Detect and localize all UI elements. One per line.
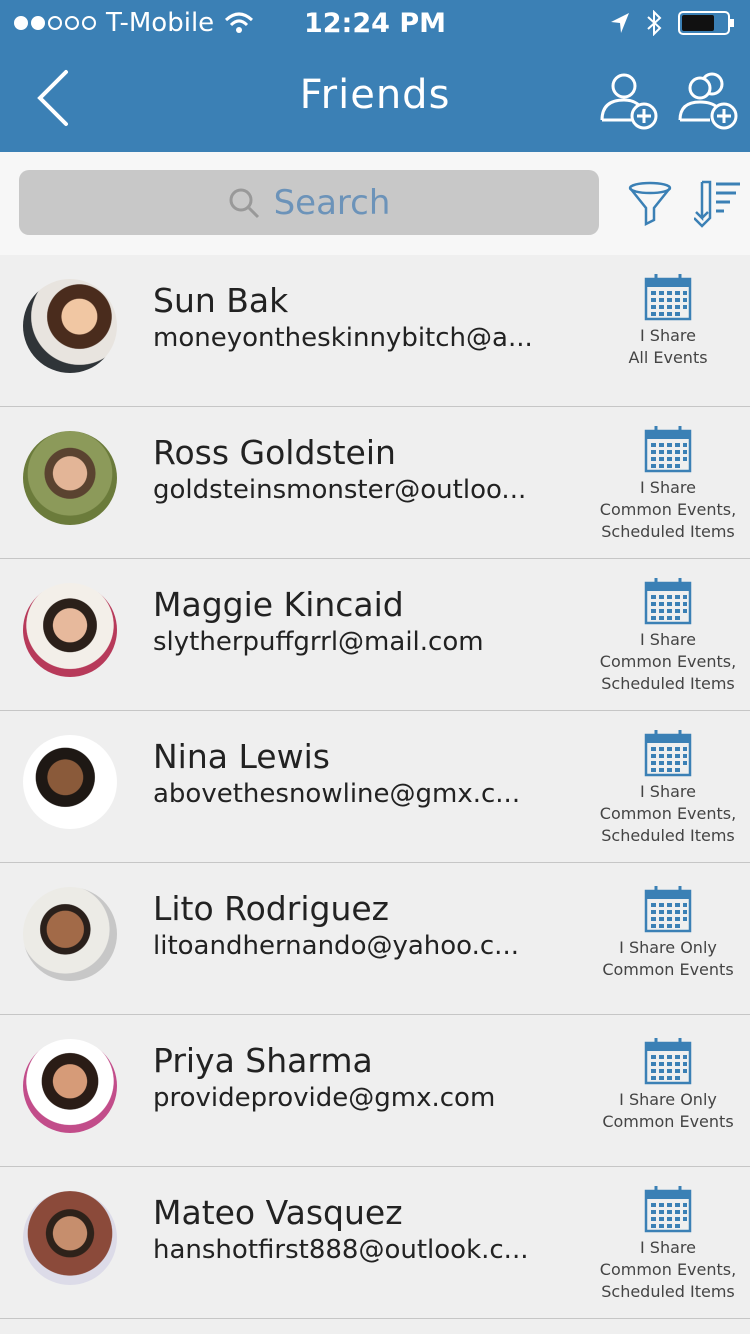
share-line-3: Scheduled Items bbox=[601, 522, 735, 541]
avatar bbox=[23, 279, 117, 373]
friend-row[interactable]: Nina Lewis abovethesnowline@gmx.c... I S… bbox=[0, 711, 750, 863]
share-line-1: I Share bbox=[640, 782, 696, 801]
search-row: Search bbox=[0, 152, 750, 255]
friend-email: provideprovide@gmx.com bbox=[153, 1083, 496, 1113]
status-bar: T-Mobile 12:24 PM bbox=[0, 0, 750, 50]
calendar-icon bbox=[644, 1038, 692, 1085]
calendar-icon bbox=[644, 426, 692, 473]
friend-row[interactable]: Mateo Vasquez hanshotfirst888@outlook.c.… bbox=[0, 1167, 750, 1319]
friend-email: abovethesnowline@gmx.c... bbox=[153, 779, 521, 809]
battery-icon bbox=[678, 11, 734, 35]
calendar-icon bbox=[644, 274, 692, 321]
share-status[interactable]: I Share Only Common Events bbox=[592, 1037, 744, 1133]
share-status[interactable]: I Share Common Events, Scheduled Items bbox=[592, 1185, 744, 1303]
friend-row[interactable]: Priya Sharma provideprovide@gmx.com I Sh… bbox=[0, 1015, 750, 1167]
avatar bbox=[23, 431, 117, 525]
friend-row[interactable]: Maggie Kincaid slytherpuffgrrl@mail.com … bbox=[0, 559, 750, 711]
share-line-1: I Share bbox=[640, 1238, 696, 1257]
search-placeholder: Search bbox=[273, 182, 391, 223]
friend-row[interactable]: Lito Rodriguez litoandhernando@yahoo.c..… bbox=[0, 863, 750, 1015]
share-line-2: Common Events bbox=[602, 960, 734, 979]
friend-row[interactable]: Ross Goldstein goldsteinsmonster@outloo.… bbox=[0, 407, 750, 559]
nav-bar: Friends bbox=[0, 50, 750, 150]
avatar bbox=[23, 1039, 117, 1133]
calendar-icon bbox=[644, 730, 692, 777]
friend-name: Ross Goldstein bbox=[153, 433, 396, 472]
share-line-2: Common Events, bbox=[599, 804, 737, 823]
share-line-3: Scheduled Items bbox=[601, 1282, 735, 1301]
friend-email: moneyontheskinnybitch@a... bbox=[153, 323, 533, 353]
calendar-icon bbox=[644, 1186, 692, 1233]
sort-icon[interactable] bbox=[694, 178, 742, 230]
share-status[interactable]: I Share Common Events, Scheduled Items bbox=[592, 425, 744, 543]
friend-name: Nina Lewis bbox=[153, 737, 330, 776]
share-line-1: I Share bbox=[640, 478, 696, 497]
location-arrow-icon bbox=[611, 13, 629, 33]
friend-email: hanshotfirst888@outlook.c... bbox=[153, 1235, 529, 1265]
calendar-icon bbox=[644, 578, 692, 625]
share-status[interactable]: I Share Only Common Events bbox=[592, 885, 744, 981]
friend-email: goldsteinsmonster@outloo... bbox=[153, 475, 527, 505]
friends-list: Sun Bak moneyontheskinnybitch@a... I Sha… bbox=[0, 255, 750, 1319]
add-group-icon[interactable] bbox=[678, 68, 742, 132]
avatar bbox=[23, 1191, 117, 1285]
search-input[interactable]: Search bbox=[19, 170, 599, 235]
share-line-2: Common Events, bbox=[599, 500, 737, 519]
share-line-1: I Share Only bbox=[619, 1090, 717, 1109]
search-icon bbox=[229, 188, 259, 218]
calendar-icon bbox=[644, 886, 692, 933]
share-line-1: I Share bbox=[640, 326, 696, 345]
filter-icon[interactable] bbox=[626, 180, 674, 228]
avatar bbox=[23, 735, 117, 829]
share-status[interactable]: I Share Common Events, Scheduled Items bbox=[592, 577, 744, 695]
avatar bbox=[23, 887, 117, 981]
status-right bbox=[610, 10, 736, 36]
friend-email: litoandhernando@yahoo.c... bbox=[153, 931, 519, 961]
share-line-3: Scheduled Items bbox=[601, 674, 735, 693]
share-status[interactable]: I Share Common Events, Scheduled Items bbox=[592, 729, 744, 847]
friend-name: Mateo Vasquez bbox=[153, 1193, 403, 1232]
top-bar: T-Mobile 12:24 PM Friends bbox=[0, 0, 750, 152]
share-line-3: Scheduled Items bbox=[601, 826, 735, 845]
friend-name: Priya Sharma bbox=[153, 1041, 373, 1080]
share-line-1: I Share bbox=[640, 630, 696, 649]
friend-row[interactable]: Sun Bak moneyontheskinnybitch@a... I Sha… bbox=[0, 255, 750, 407]
share-line-2: Common Events bbox=[602, 1112, 734, 1131]
friend-name: Maggie Kincaid bbox=[153, 585, 404, 624]
friend-email: slytherpuffgrrl@mail.com bbox=[153, 627, 484, 657]
share-line-2: All Events bbox=[628, 348, 708, 367]
avatar bbox=[23, 583, 117, 677]
share-line-2: Common Events, bbox=[599, 1260, 737, 1279]
add-friend-icon[interactable] bbox=[598, 68, 662, 132]
bluetooth-icon bbox=[647, 10, 662, 36]
share-line-2: Common Events, bbox=[599, 652, 737, 671]
share-line-1: I Share Only bbox=[619, 938, 717, 957]
share-status[interactable]: I Share All Events bbox=[592, 273, 744, 369]
friend-name: Sun Bak bbox=[153, 281, 289, 320]
friend-name: Lito Rodriguez bbox=[153, 889, 389, 928]
